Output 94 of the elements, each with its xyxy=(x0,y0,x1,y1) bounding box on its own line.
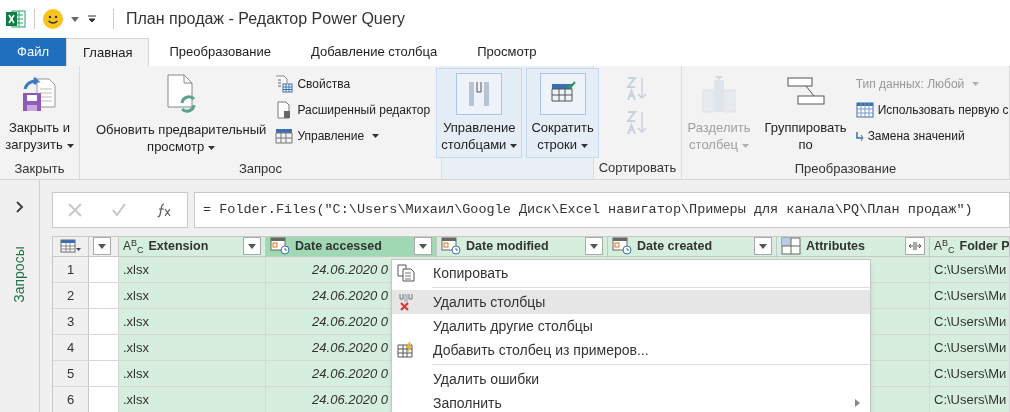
ribbon-button[interactable]: Свойства xyxy=(275,72,431,96)
calendar-clock-icon[interactable] xyxy=(441,237,461,256)
row-number: 5 xyxy=(53,360,89,386)
expand-arrows-icon xyxy=(908,242,922,251)
caret-icon xyxy=(590,243,598,249)
group-label: Закрыть xyxy=(14,159,65,178)
group-label: Запрос xyxy=(238,159,283,178)
table-cell: .xlsx xyxy=(119,334,266,360)
table-cell: C:\Users\Ми xyxy=(930,334,1010,360)
group-label: Сортировать xyxy=(598,159,677,178)
caret-icon xyxy=(759,243,767,249)
row-number: 4 xyxy=(53,334,89,360)
replace-values-icon xyxy=(855,131,864,141)
save-icon xyxy=(20,75,59,113)
copy-icon xyxy=(397,264,415,282)
grid-icon xyxy=(855,101,874,119)
caret-icon xyxy=(372,134,380,138)
ribbon-button[interactable]: Сократить строки xyxy=(526,68,599,158)
caret-icon xyxy=(581,143,589,148)
table-cell: C:\Users\Ми xyxy=(930,386,1010,412)
submenu-arrow-icon xyxy=(855,399,860,407)
table-icon[interactable] xyxy=(59,239,82,254)
record-icon[interactable] xyxy=(781,237,801,256)
column-header[interactable]: Attributes xyxy=(777,237,930,256)
split-column-icon xyxy=(699,74,739,114)
column-header[interactable]: Date modified xyxy=(437,237,608,256)
column-name: Attributes xyxy=(805,238,867,255)
row-number: 2 xyxy=(53,282,89,308)
table-cell: C:\Users\Ми xyxy=(930,282,1010,308)
menu-item[interactable]: Удалить столбцы xyxy=(392,290,870,314)
customize-toolbar-icon[interactable] xyxy=(87,15,97,23)
calendar-clock-icon[interactable] xyxy=(270,237,290,256)
table-cell: .xlsx xyxy=(119,308,266,334)
table-cell: C:\Users\Ми xyxy=(930,256,1010,282)
column-header[interactable]: A$^{B}$$_{C}$ Folder P xyxy=(930,237,1010,256)
caret-icon xyxy=(741,143,749,148)
column-header[interactable]: Date accessed xyxy=(266,237,437,256)
caret-icon xyxy=(972,82,980,86)
grid-icon xyxy=(275,127,294,145)
ribbon-button[interactable]: Обновить предварительный просмотр xyxy=(90,68,272,158)
ribbon-tab[interactable]: Преобразование xyxy=(149,38,291,66)
function-icon[interactable] xyxy=(155,202,173,218)
ribbon-tab[interactable]: Добавление столбца xyxy=(291,38,458,66)
smiley-icon[interactable] xyxy=(43,9,63,29)
table-cell: .xlsx xyxy=(119,256,266,282)
checkmark-icon[interactable] xyxy=(111,202,127,218)
row-number: 3 xyxy=(53,308,89,334)
ribbon-button[interactable]: Замена значений xyxy=(855,124,1009,148)
ribbon-tab[interactable]: Главная xyxy=(66,38,150,66)
ribbon-tab[interactable]: Просмотр xyxy=(457,38,557,66)
table-lightning-icon xyxy=(397,341,415,359)
ribbon-button[interactable]: Расширенный редактор xyxy=(275,98,431,122)
filter-dropdown-button[interactable] xyxy=(93,237,111,256)
window-title: План продаж - Редактор Power Query xyxy=(126,9,405,29)
column-name: Date modified xyxy=(465,238,550,255)
column-name: Extension xyxy=(147,238,210,255)
caret-icon xyxy=(510,143,518,148)
table-cell: C:\Users\Ми xyxy=(930,308,1010,334)
caret-icon xyxy=(66,143,74,148)
formula-field[interactable]: = Folder.Files("C:\Users\Михаил\Google Диск\Excel навигатор\Примеры для канала\PQ\План продаж") xyxy=(194,192,1010,228)
caret-icon xyxy=(248,243,256,249)
column-header[interactable]: A$^{B}$$_{C}$ Extension xyxy=(119,237,266,256)
caret-icon xyxy=(208,145,216,150)
filter-dropdown-button[interactable] xyxy=(585,237,603,256)
dropdown-arrow-icon[interactable] xyxy=(71,16,79,22)
table-cell: .xlsx xyxy=(119,282,266,308)
caret-icon xyxy=(98,243,106,249)
calendar-clock-icon[interactable] xyxy=(612,237,632,256)
ribbon-button[interactable]: Управление xyxy=(275,124,431,148)
queries-panel-label[interactable]: Запросы xyxy=(9,246,30,303)
table-cell: .xlsx xyxy=(119,386,266,412)
expand-button[interactable] xyxy=(905,237,925,256)
properties-icon xyxy=(275,75,294,93)
caret-icon xyxy=(419,243,427,249)
column-name: Folder P xyxy=(958,238,1009,255)
filter-dropdown-button[interactable] xyxy=(754,237,772,256)
column-name: Date accessed xyxy=(294,238,383,255)
ribbon-button[interactable]: Использовать первую с xyxy=(855,98,1009,122)
row-number: 6 xyxy=(53,386,89,412)
table-cell: .xlsx xyxy=(119,360,266,386)
column-name: Date created xyxy=(636,238,714,255)
row-number: 1 xyxy=(53,256,89,282)
ribbon-button[interactable]: Группировать по xyxy=(759,68,852,158)
expand-chevron-icon[interactable] xyxy=(14,200,25,214)
table-cell: C:\Users\Ми xyxy=(930,360,1010,386)
group-label: Преобразование xyxy=(794,159,897,178)
remove-columns-icon xyxy=(397,293,415,311)
ribbon-button[interactable]: Управление столбцами xyxy=(436,68,523,158)
filter-dropdown-button[interactable] xyxy=(243,237,261,256)
ribbon-button[interactable]: Закрыть и загрузить xyxy=(0,68,79,158)
ribbon-tab[interactable]: Файл xyxy=(0,38,66,66)
column-header[interactable]: Date created xyxy=(608,237,777,256)
excel-icon[interactable] xyxy=(6,10,26,28)
filter-dropdown-button[interactable] xyxy=(414,237,432,256)
